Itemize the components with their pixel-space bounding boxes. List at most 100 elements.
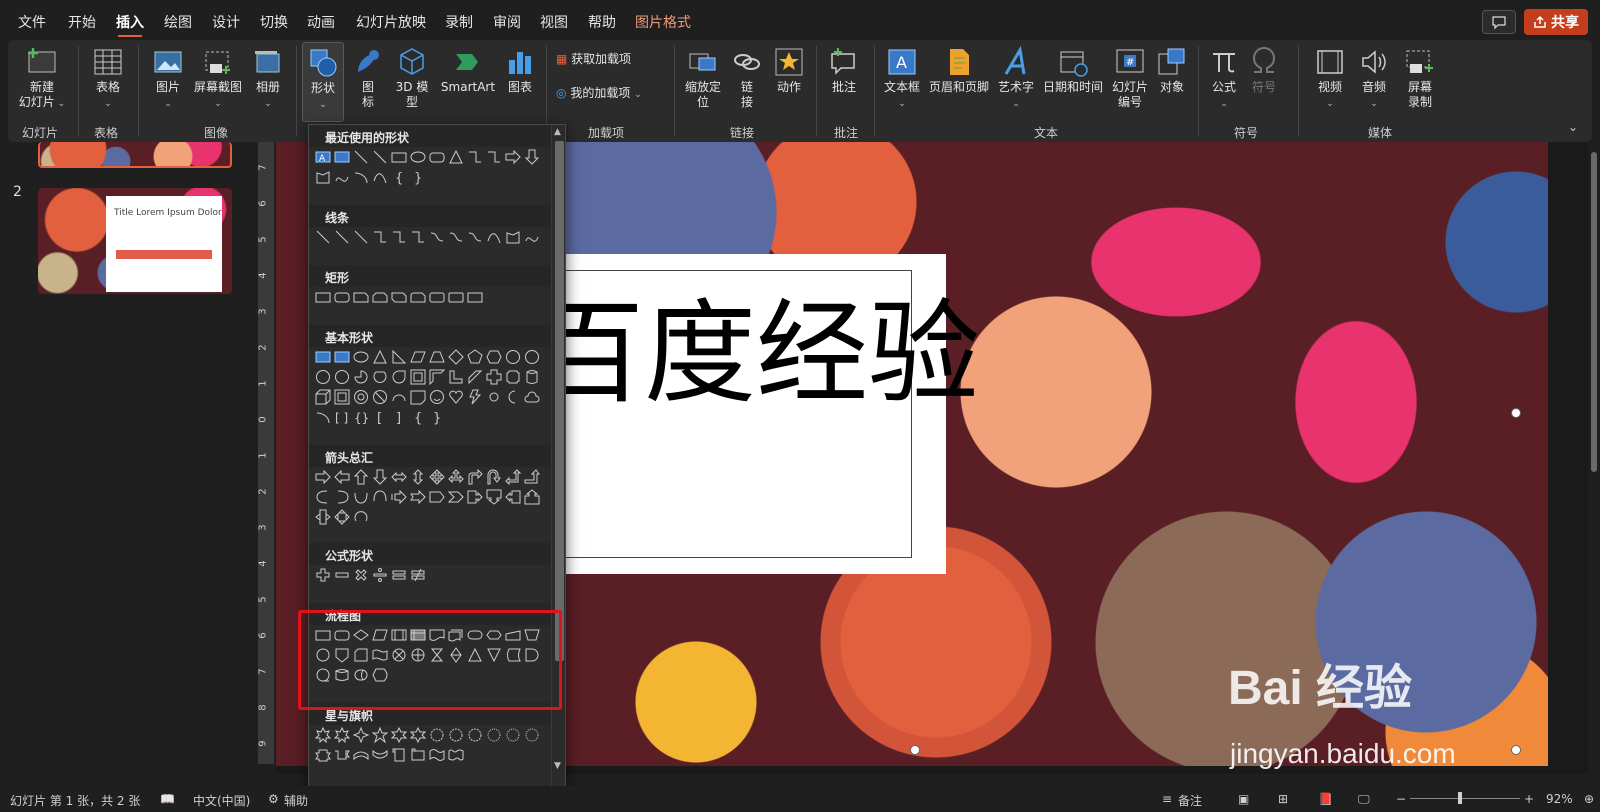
curved-up-arrow-shape-icon[interactable] (353, 489, 369, 505)
symbol-button[interactable]: 符号 (1246, 46, 1282, 95)
scrollbar-thumb[interactable] (555, 141, 564, 661)
right-brace-shape-icon[interactable]: } (429, 409, 445, 425)
star-10-point-shape-icon[interactable] (448, 727, 464, 743)
resize-handle[interactable] (1511, 745, 1521, 755)
new-slide-button[interactable]: 新建 幻灯片 ⌄ (18, 46, 66, 112)
no-symbol-shape-icon[interactable] (372, 389, 388, 405)
title-textbox[interactable]: 百度经验 (522, 254, 980, 574)
slideshow-icon[interactable]: 🖵 (1358, 792, 1370, 807)
menu-file[interactable]: 文件 (18, 12, 46, 32)
bevel-shape-icon[interactable] (334, 389, 350, 405)
right-bracket-shape-icon[interactable]: ] (391, 409, 407, 425)
star-32-point-shape-icon[interactable] (524, 727, 540, 743)
rounded-rectangle-shape-icon[interactable] (334, 289, 350, 305)
octagon-shape-icon[interactable] (524, 349, 540, 365)
trapezoid-shape-icon[interactable] (429, 349, 445, 365)
curve-shape-icon[interactable] (372, 169, 388, 185)
diagonal-stripe-shape-icon[interactable] (467, 369, 483, 385)
quad-arrow-callout-shape-icon[interactable] (334, 509, 350, 525)
star-4-point-shape-icon[interactable] (353, 727, 369, 743)
share-button[interactable]: 共享 (1524, 9, 1588, 35)
arc-shape-icon[interactable] (315, 409, 331, 425)
curved-left-arrow-shape-icon[interactable] (334, 489, 350, 505)
menu-animations[interactable]: 动画 (307, 12, 335, 32)
curved-arrow-shape-icon[interactable] (448, 229, 464, 245)
frame-shape-icon[interactable] (410, 369, 426, 385)
slide-sorter-icon[interactable]: ⊞ (1278, 792, 1288, 806)
left-up-arrow-shape-icon[interactable] (505, 469, 521, 485)
rounded-rectangle-shape-icon[interactable] (429, 149, 445, 165)
folded-corner-shape-icon[interactable] (410, 389, 426, 405)
menu-design[interactable]: 设计 (212, 12, 240, 32)
menu-home[interactable]: 开始 (68, 12, 96, 32)
wave-shape-icon[interactable] (429, 747, 445, 763)
comments-button[interactable] (1482, 10, 1516, 34)
vertical-textbox-shape-icon[interactable] (334, 349, 350, 365)
rectangle-shape-icon[interactable] (315, 289, 331, 305)
smiley-face-shape-icon[interactable] (429, 389, 445, 405)
round-corner-rectangle-shape-icon[interactable] (429, 289, 445, 305)
menu-insert[interactable]: 插入 (116, 12, 144, 37)
down-arrow-callout-shape-icon[interactable] (486, 489, 502, 505)
elbow-connector-shape-icon[interactable] (467, 149, 483, 165)
scrollbar-thumb[interactable] (1591, 152, 1597, 472)
arc-shape-icon[interactable] (353, 169, 369, 185)
sun-shape-icon[interactable] (486, 389, 502, 405)
down-arrow-shape-icon[interactable] (524, 149, 540, 165)
slide-title[interactable]: 百度经验 (532, 294, 980, 414)
my-addins-button[interactable]: ◎ 我的加载项 ⌄ (556, 86, 668, 103)
diamond-shape-icon[interactable] (448, 349, 464, 365)
accessibility-label[interactable]: 辅助 (284, 792, 308, 809)
resize-handle[interactable] (910, 745, 920, 755)
snip-same-side-rectangle-shape-icon[interactable] (372, 289, 388, 305)
right-triangle-shape-icon[interactable] (391, 349, 407, 365)
pie-shape-icon[interactable] (353, 369, 369, 385)
scroll-up-icon[interactable]: ▲ (554, 127, 561, 137)
lightning-bolt-shape-icon[interactable] (467, 389, 483, 405)
left-brace-shape-icon[interactable]: { (410, 409, 426, 425)
menu-help[interactable]: 帮助 (588, 12, 616, 32)
oval-shape-icon[interactable] (410, 149, 426, 165)
zoom-slider-thumb[interactable] (1458, 792, 1462, 804)
scribble-shape-icon[interactable] (334, 169, 350, 185)
round-diagonal-rectangle-shape-icon[interactable] (467, 289, 483, 305)
album-button[interactable]: 相册 ⌄ (248, 46, 288, 112)
action-button[interactable]: 动作 (770, 46, 808, 95)
up-arrow-shape-icon[interactable] (353, 469, 369, 485)
zoom-button[interactable]: 缩放定 位 (680, 46, 726, 110)
cube-shape-icon[interactable] (315, 389, 331, 405)
curved-connector-shape-icon[interactable] (429, 229, 445, 245)
textbox-shape-icon[interactable] (315, 349, 331, 365)
up-down-arrow-shape-icon[interactable] (410, 469, 426, 485)
datetime-button[interactable]: 日期和时间 (1040, 46, 1106, 95)
arrow-shape-icon[interactable] (334, 229, 350, 245)
icons-button[interactable]: 图 标 (350, 46, 386, 110)
chord-shape-icon[interactable] (372, 369, 388, 385)
star-6-point-shape-icon[interactable] (391, 727, 407, 743)
left-arrow-callout-shape-icon[interactable] (505, 489, 521, 505)
vertical-scroll-shape-icon[interactable] (391, 747, 407, 763)
get-addins-button[interactable]: ▦ 获取加载项 (556, 52, 666, 67)
arrow-line-shape-icon[interactable] (372, 149, 388, 165)
not-equal-shape-icon[interactable] (410, 567, 426, 583)
cloud-shape-icon[interactable] (524, 389, 540, 405)
right-arrow-shape-icon[interactable] (315, 469, 331, 485)
can-shape-icon[interactable] (524, 369, 540, 385)
donut-shape-icon[interactable] (353, 389, 369, 405)
language-indicator[interactable]: 中文(中国) (193, 792, 250, 809)
star-24-point-shape-icon[interactable] (505, 727, 521, 743)
vertical-textbox-shape-icon[interactable] (334, 149, 350, 165)
explosion-2-shape-icon[interactable] (334, 727, 350, 743)
slide-number-button[interactable]: # 幻灯片 编号 (1108, 46, 1152, 110)
reading-view-icon[interactable]: 📕 (1318, 792, 1333, 806)
ribbon-down-shape-icon[interactable] (334, 747, 350, 763)
moon-shape-icon[interactable] (505, 389, 521, 405)
left-arrow-shape-icon[interactable] (334, 469, 350, 485)
plus-shape-icon[interactable] (315, 567, 331, 583)
line-shape-icon[interactable] (353, 149, 369, 165)
pentagon-shape-icon[interactable] (467, 349, 483, 365)
heart-shape-icon[interactable] (448, 389, 464, 405)
zoom-slider[interactable] (1410, 798, 1520, 799)
insert-comment-button[interactable]: 批注 (824, 46, 864, 95)
star-7-point-shape-icon[interactable] (410, 727, 426, 743)
